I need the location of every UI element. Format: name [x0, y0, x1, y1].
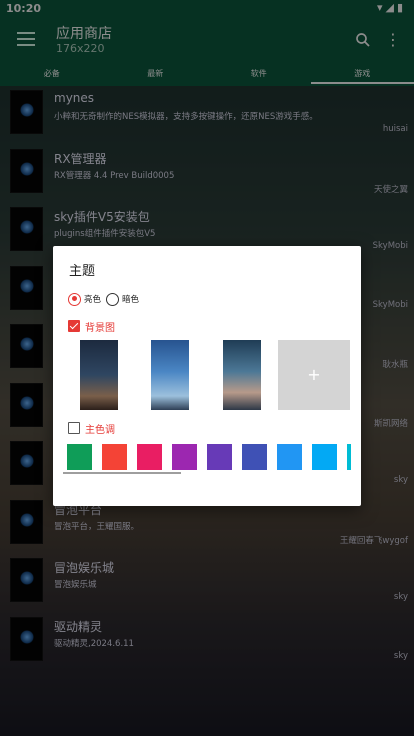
color-swatch[interactable] — [137, 444, 162, 470]
radio-dark-label[interactable]: 暗色 — [122, 293, 139, 305]
background-thumbnail[interactable] — [223, 340, 261, 410]
radio-dark[interactable] — [106, 292, 120, 306]
color-swatch[interactable] — [242, 444, 267, 470]
radio-light[interactable] — [68, 292, 81, 306]
dialog-title: 主题 — [69, 264, 96, 279]
color-swatches — [67, 444, 351, 470]
primary-color-checkbox[interactable] — [68, 422, 80, 434]
color-swatch[interactable] — [312, 444, 337, 470]
background-thumbnail[interactable] — [80, 340, 118, 410]
theme-dialog: 主题 亮色 暗色 背景图 + 主色调 — [53, 246, 361, 506]
background-gallery: + — [67, 340, 350, 412]
color-swatch[interactable] — [67, 444, 92, 470]
radio-light-label[interactable]: 亮色 — [84, 293, 101, 305]
add-background-button[interactable]: + — [278, 340, 350, 410]
primary-color-label: 主色调 — [85, 424, 115, 436]
color-swatch[interactable] — [102, 444, 127, 470]
background-image-label: 背景图 — [85, 322, 115, 334]
theme-mode-radio-group: 亮色 暗色 — [68, 292, 144, 306]
background-thumbnail[interactable] — [151, 340, 189, 410]
color-swatch[interactable] — [347, 444, 351, 470]
background-image-checkbox[interactable] — [68, 320, 80, 332]
color-swatch[interactable] — [172, 444, 197, 470]
horizontal-scrollbar[interactable] — [63, 472, 181, 474]
color-swatch[interactable] — [207, 444, 232, 470]
color-swatch[interactable] — [277, 444, 302, 470]
background-image-option[interactable]: 背景图 — [68, 319, 115, 334]
primary-color-option[interactable]: 主色调 — [68, 421, 115, 436]
